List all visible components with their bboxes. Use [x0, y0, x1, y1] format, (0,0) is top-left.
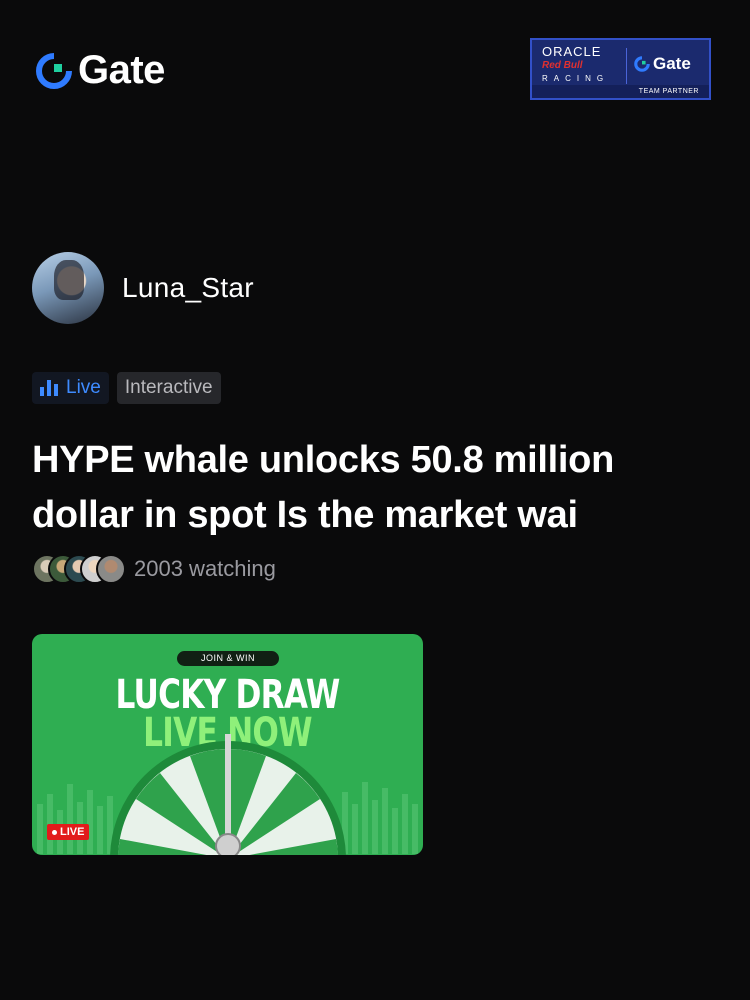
viewer-count: 2003 watching: [32, 554, 276, 584]
viewer-avatar: [96, 554, 126, 584]
partner-gate-text: Gate: [653, 54, 691, 73]
live-tag: Live: [32, 372, 109, 404]
interactive-tag: Interactive: [116, 372, 221, 404]
interactive-tag-label: Interactive: [124, 377, 213, 398]
racing-text: RACING: [542, 74, 610, 83]
live-dot-icon: [52, 829, 57, 835]
logo-text: Gate: [78, 48, 165, 92]
live-tag-label: Live: [66, 377, 101, 398]
post-title[interactable]: HYPE whale unlocks 50.8 million dollar i…: [32, 433, 712, 543]
author-name[interactable]: Luna_Star: [122, 272, 254, 304]
live-badge: LIVE: [47, 824, 90, 840]
prize-wheel: [110, 734, 346, 855]
gate-mini-icon: [634, 56, 650, 72]
author-row[interactable]: Luna_Star: [32, 252, 254, 324]
partner-divider: [626, 48, 627, 84]
viewer-avatars: [32, 554, 126, 584]
live-badge-label: LIVE: [60, 826, 85, 838]
team-partner-badge: ORACLE Red Bull RACING Gate TEAM PARTNER: [530, 38, 711, 100]
post-tags: Live Interactive: [32, 372, 221, 404]
redbull-text: Red Bull: [542, 60, 583, 71]
author-avatar[interactable]: [32, 252, 104, 324]
oracle-text: ORACLE: [542, 44, 602, 59]
live-bars-icon: [40, 380, 58, 396]
team-partner-text: TEAM PARTNER: [532, 85, 709, 98]
gate-logo: Gate: [36, 48, 165, 93]
gate-logo-icon: [36, 52, 72, 89]
partner-gate-logo: Gate: [634, 54, 691, 74]
lucky-draw-banner[interactable]: JOIN & WIN LUCKY DRAW LIVE NOW LIVE: [32, 634, 423, 855]
watching-count: 2003 watching: [134, 556, 276, 581]
